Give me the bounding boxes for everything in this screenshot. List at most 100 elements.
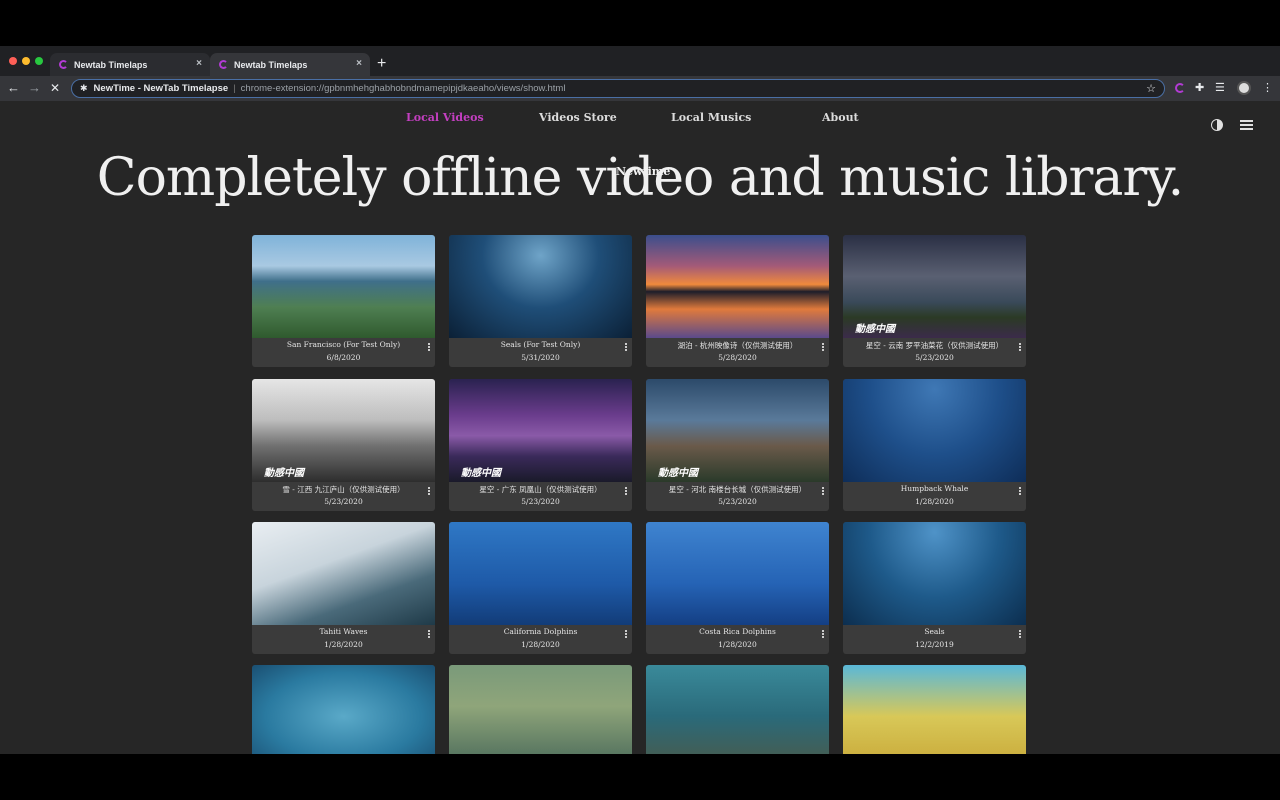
video-thumbnail[interactable]	[252, 522, 435, 625]
more-options-icon[interactable]	[1019, 630, 1021, 632]
tab-label: Newtab Timelaps	[234, 59, 308, 70]
browser-menu-icon[interactable]: ⋮	[1262, 80, 1273, 96]
more-options-icon[interactable]	[428, 487, 430, 489]
window-close-button[interactable]	[9, 57, 17, 65]
hamburger-menu-icon[interactable]	[1240, 120, 1253, 130]
newtime-favicon-icon	[59, 60, 68, 69]
new-tab-button[interactable]: +	[377, 56, 386, 72]
thumbnail-watermark: 動感中國	[658, 468, 698, 479]
video-date: 5/23/2020	[324, 497, 363, 506]
nav-local-videos[interactable]: Local Videos	[406, 111, 484, 124]
more-options-icon[interactable]	[1019, 487, 1021, 489]
video-title: Seals	[924, 627, 945, 636]
video-title: 雪 - 江西 九江庐山（仅供测试使用）	[282, 485, 405, 494]
back-button[interactable]: ←	[7, 80, 20, 96]
loading-spinner-icon	[219, 60, 228, 69]
video-date: 12/2/2019	[915, 640, 954, 649]
nav-local-musics[interactable]: Local Musics	[671, 111, 751, 124]
letterbox-top	[0, 0, 1280, 46]
video-thumbnail[interactable]	[252, 235, 435, 338]
video-card[interactable]: 湖泊 - 杭州映像诗（仅供测试使用） 5/28/2020	[646, 235, 829, 367]
video-card[interactable]: 動感中國星空 - 河北 南楼台长城（仅供测试使用） 5/23/2020	[646, 379, 829, 511]
video-title: 星空 - 云南 罗平油菜花（仅供测试使用）	[865, 341, 1004, 350]
nav-videos-store[interactable]: Videos Store	[539, 111, 617, 124]
video-card[interactable]	[449, 665, 632, 754]
profile-avatar[interactable]	[1237, 81, 1251, 95]
video-card[interactable]: Seals (For Test Only) 5/31/2020	[449, 235, 632, 367]
video-card[interactable]: California Dolphins 1/28/2020	[449, 522, 632, 654]
more-options-icon[interactable]	[1019, 343, 1021, 345]
forward-button[interactable]: →	[28, 80, 41, 96]
video-card[interactable]	[843, 665, 1026, 754]
more-options-icon[interactable]	[822, 343, 824, 345]
video-card[interactable]	[252, 665, 435, 754]
video-title: 星空 - 河北 南楼台长城（仅供测试使用）	[668, 485, 807, 494]
video-thumbnail[interactable]	[449, 522, 632, 625]
video-title: California Dolphins	[503, 627, 578, 636]
main-nav: Local Videos Videos Store Local Musics A…	[0, 111, 1280, 131]
video-card[interactable]: 動感中國 星空 - 云南 罗平油菜花（仅供测试使用） 5/23/2020	[843, 235, 1026, 367]
address-bar[interactable]: ✱ NewTime - NewTab Timelapse | chrome-ex…	[71, 79, 1165, 98]
window-zoom-button[interactable]	[35, 57, 43, 65]
video-card[interactable]: Tahiti Waves 1/28/2020	[252, 522, 435, 654]
window-minimize-button[interactable]	[22, 57, 30, 65]
video-card[interactable]: Seals 12/2/2019	[843, 522, 1026, 654]
more-options-icon[interactable]	[428, 343, 430, 345]
letterbox-bottom	[0, 754, 1280, 800]
nav-about[interactable]: About	[822, 111, 859, 124]
tab-close-icon[interactable]: ×	[356, 58, 362, 69]
video-date: 5/23/2020	[521, 497, 560, 506]
video-card[interactable]: Costa Rica Dolphins 1/28/2020	[646, 522, 829, 654]
thumbnail-watermark: 動感中國	[855, 324, 895, 335]
extension-puzzle-icon: ✱	[80, 83, 88, 93]
page-content: Local Videos Videos Store Local Musics A…	[0, 101, 1280, 754]
video-date: 1/28/2020	[521, 640, 560, 649]
video-title: 湖泊 - 杭州映像诗（仅供测试使用）	[677, 341, 798, 350]
video-card[interactable]: Humpback Whale 1/28/2020	[843, 379, 1026, 511]
more-options-icon[interactable]	[625, 343, 627, 345]
video-date: 6/8/2020	[326, 353, 361, 362]
video-thumbnail[interactable]	[646, 522, 829, 625]
stop-loading-button[interactable]: ✕	[50, 80, 60, 96]
video-thumbnail[interactable]	[646, 665, 829, 754]
video-card[interactable]: 動感中國雪 - 江西 九江庐山（仅供测试使用） 5/23/2020	[252, 379, 435, 511]
video-thumbnail[interactable]	[646, 235, 829, 338]
more-options-icon[interactable]	[822, 487, 824, 489]
video-date: 5/31/2020	[521, 353, 560, 362]
video-thumbnail[interactable]	[449, 235, 632, 338]
video-date: 5/28/2020	[718, 353, 757, 362]
video-date: 1/28/2020	[915, 497, 954, 506]
page-url: chrome-extension://gpbnmhehghabhobndmame…	[240, 83, 566, 94]
video-title: Seals (For Test Only)	[500, 340, 581, 349]
video-title: 星空 - 广东 凤凰山（仅供测试使用）	[479, 485, 602, 494]
browser-tab-active[interactable]: Newtab Timelaps ×	[210, 53, 370, 76]
page-title: NewTime - NewTab Timelapse	[93, 83, 229, 94]
tab-label: Newtab Timelaps	[74, 59, 148, 70]
video-title: Tahiti Waves	[319, 627, 368, 636]
more-options-icon[interactable]	[625, 487, 627, 489]
more-options-icon[interactable]	[625, 630, 627, 632]
hero-headline: Completely offline video and music libra…	[96, 148, 1184, 208]
extensions-puzzle-icon[interactable]: ✚	[1195, 80, 1204, 96]
video-date: 5/23/2020	[718, 497, 757, 506]
theme-toggle-icon[interactable]	[1211, 119, 1223, 131]
video-thumbnail[interactable]	[449, 665, 632, 754]
thumbnail-watermark: 動感中國	[264, 468, 304, 479]
video-card[interactable]: 動感中國星空 - 广东 凤凰山（仅供测试使用） 5/23/2020	[449, 379, 632, 511]
video-thumbnail[interactable]	[843, 522, 1026, 625]
bookmark-star-icon[interactable]: ☆	[1146, 82, 1156, 95]
reading-list-icon[interactable]: ☰	[1215, 80, 1225, 96]
video-card[interactable]: San Francisco (For Test Only) 6/8/2020	[252, 235, 435, 367]
more-options-icon[interactable]	[428, 630, 430, 632]
video-thumbnail[interactable]	[252, 665, 435, 754]
video-title: San Francisco (For Test Only)	[286, 340, 401, 349]
video-thumbnail[interactable]	[843, 379, 1026, 482]
browser-tab[interactable]: Newtab Timelaps ×	[50, 53, 210, 76]
video-card[interactable]	[646, 665, 829, 754]
video-thumbnail[interactable]	[843, 665, 1026, 754]
thumbnail-watermark: 動感中國	[461, 468, 501, 479]
tab-close-icon[interactable]: ×	[196, 58, 202, 69]
more-options-icon[interactable]	[822, 630, 824, 632]
newtime-logo: Newtime	[616, 165, 671, 178]
newtime-extension-icon[interactable]	[1175, 83, 1185, 93]
